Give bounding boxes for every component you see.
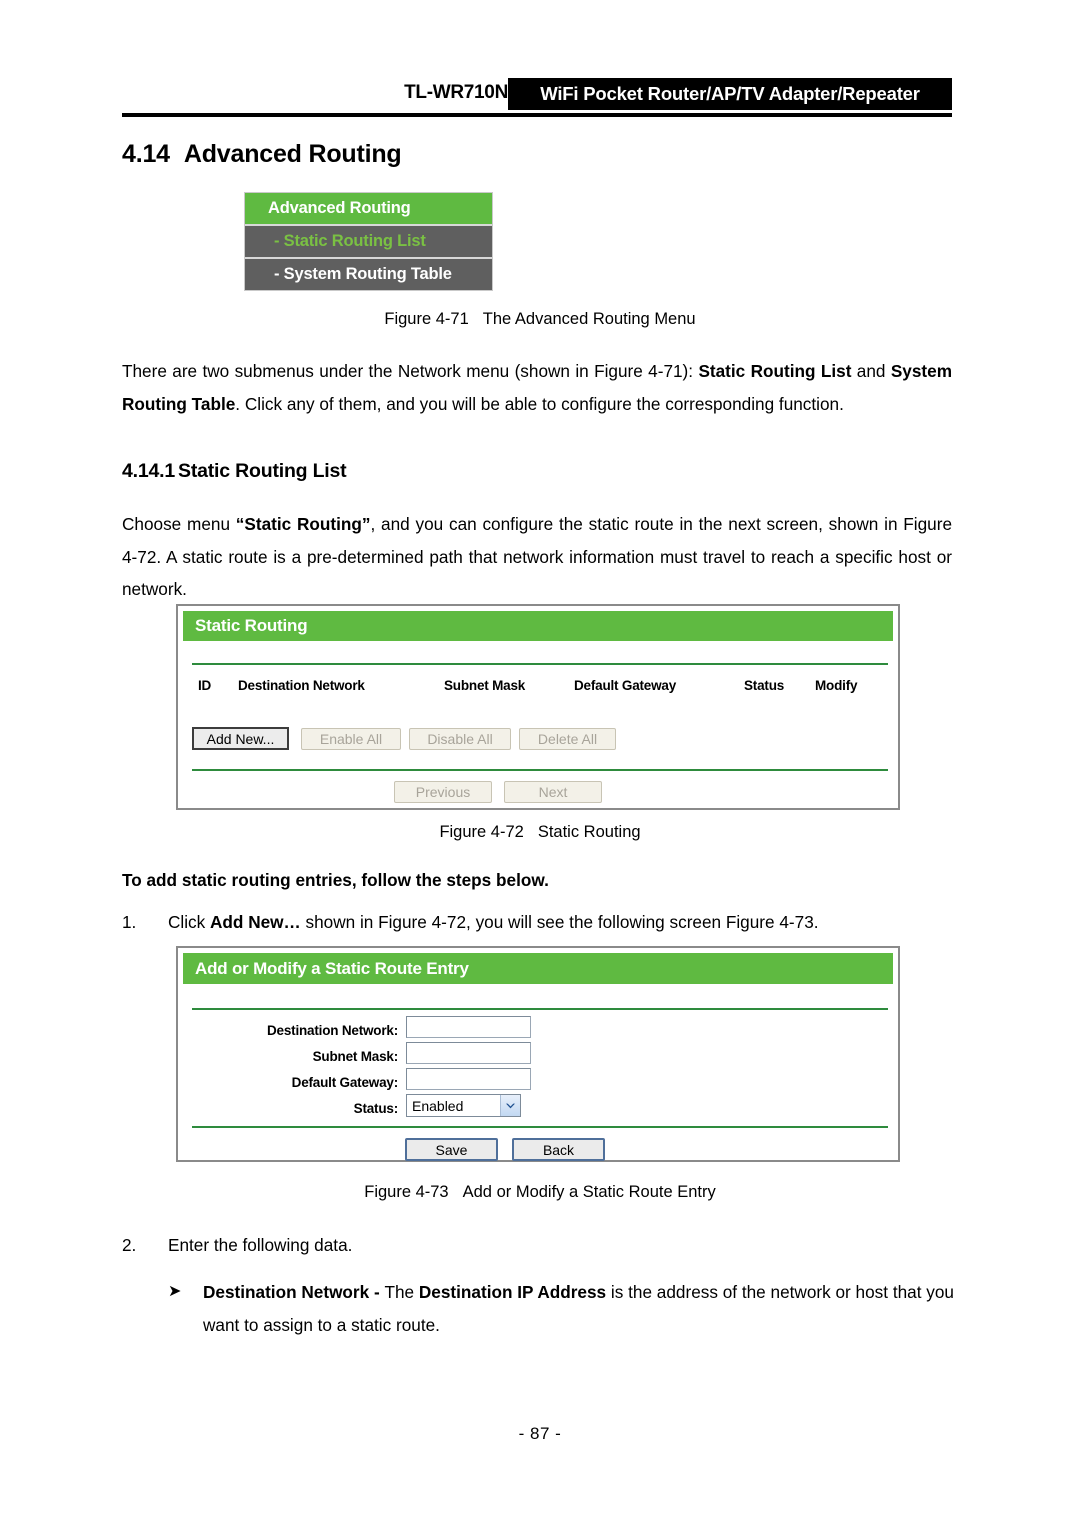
step-2-marker: 2.	[122, 1235, 137, 1255]
step-2-text: Enter the following data.	[168, 1235, 353, 1255]
delete-all-button[interactable]: Delete All	[519, 728, 616, 750]
next-button[interactable]: Next	[504, 781, 602, 803]
bullet-destination-network: ➤ Destination Network - The Destination …	[168, 1276, 954, 1341]
destination-network-label: Destination Network:	[266, 1023, 398, 1038]
product-banner: WiFi Pocket Router/AP/TV Adapter/Repeate…	[508, 78, 952, 110]
page-title: 4.14 Advanced Routing	[122, 140, 402, 169]
default-gateway-label: Default Gateway:	[291, 1075, 399, 1090]
column-header-default-gateway: Default Gateway	[574, 678, 677, 693]
figure-4-73-text: Add or Modify a Static Route Entry	[462, 1183, 716, 1201]
modify-panel-rule-bottom	[192, 1126, 888, 1128]
figure-4-71-caption: Figure 4-71 The Advanced Routing Menu	[0, 310, 1080, 329]
choose-menu-paragraph: Choose menu “Static Routing”, and you ca…	[122, 514, 952, 599]
subsection-title-text: Static Routing List	[178, 460, 347, 482]
chevron-down-icon[interactable]	[500, 1095, 520, 1116]
figure-4-71-number: Figure 4-71	[384, 310, 469, 328]
add-modify-panel-title: Add or Modify a Static Route Entry	[183, 953, 893, 984]
step-2: 2. Enter the following data.	[122, 1229, 952, 1262]
bullet-destination-network-text: Destination Network - The Destination IP…	[203, 1282, 954, 1335]
figure-4-72-text: Static Routing	[537, 823, 641, 841]
header-divider	[122, 113, 952, 117]
step-1-text: Click Add New… shown in Figure 4-72, you…	[168, 912, 819, 932]
status-select[interactable]: Enabled	[406, 1094, 521, 1117]
document-header: TL-WR710N WiFi Pocket Router/AP/TV Adapt…	[122, 78, 952, 114]
advanced-routing-menu: Advanced Routing - Static Routing List -…	[244, 192, 493, 291]
subnet-mask-label: Subnet Mask:	[312, 1049, 399, 1064]
steps-lead-in: To add static routing entries, follow th…	[122, 870, 549, 890]
device-model-label: TL-WR710N	[404, 82, 508, 103]
figure-4-71-text: The Advanced Routing Menu	[482, 310, 696, 328]
status-label: Status:	[353, 1101, 399, 1116]
section-number: 4.14	[122, 140, 170, 168]
figure-4-73-caption: Figure 4-73 Add or Modify a Static Route …	[0, 1183, 1080, 1202]
section-title: Advanced Routing	[183, 140, 402, 168]
arrow-bullet-icon: ➤	[168, 1283, 182, 1300]
static-routing-panel: Static Routing ID Destination Network Su…	[176, 604, 900, 810]
menu-item-system-routing-table[interactable]: - System Routing Table	[245, 259, 492, 290]
static-routing-panel-title: Static Routing	[183, 611, 893, 641]
panel-rule-top	[192, 663, 888, 665]
column-header-id: ID	[198, 678, 212, 693]
subsection-title: 4.14.1 Static Routing List	[122, 460, 347, 483]
column-header-modify: Modify	[815, 678, 858, 693]
destination-network-input[interactable]	[406, 1016, 531, 1038]
modify-panel-rule-top	[192, 1008, 888, 1010]
figure-4-73-number: Figure 4-73	[364, 1183, 449, 1201]
disable-all-button[interactable]: Disable All	[409, 728, 511, 750]
step-1: 1. Click Add New… shown in Figure 4-72, …	[122, 906, 952, 939]
add-new-button[interactable]: Add New...	[192, 727, 289, 750]
status-select-value: Enabled	[412, 1097, 464, 1114]
previous-button[interactable]: Previous	[394, 781, 492, 803]
panel-rule-bottom	[192, 769, 888, 771]
menu-header-advanced-routing: Advanced Routing	[245, 193, 492, 224]
figure-4-72-number: Figure 4-72	[439, 823, 524, 841]
subsection-number: 4.14.1	[122, 460, 176, 482]
page-number: - 87 -	[518, 1424, 562, 1443]
default-gateway-input[interactable]	[406, 1068, 531, 1090]
step-1-marker: 1.	[122, 912, 137, 932]
menu-item-static-routing-list[interactable]: - Static Routing List	[245, 226, 492, 257]
intro-paragraph: There are two submenus under the Network…	[122, 361, 952, 414]
column-header-status: Status	[744, 678, 785, 693]
document-page: TL-WR710N WiFi Pocket Router/AP/TV Adapt…	[0, 0, 1080, 1527]
enable-all-button[interactable]: Enable All	[301, 728, 401, 750]
subnet-mask-input[interactable]	[406, 1042, 531, 1064]
back-button[interactable]: Back	[512, 1138, 605, 1161]
figure-4-72-caption: Figure 4-72 Static Routing	[0, 823, 1080, 842]
column-header-destination-network: Destination Network	[238, 678, 365, 693]
add-modify-static-route-panel: Add or Modify a Static Route Entry Desti…	[176, 946, 900, 1162]
column-header-subnet-mask: Subnet Mask	[444, 678, 526, 693]
save-button[interactable]: Save	[405, 1138, 498, 1161]
